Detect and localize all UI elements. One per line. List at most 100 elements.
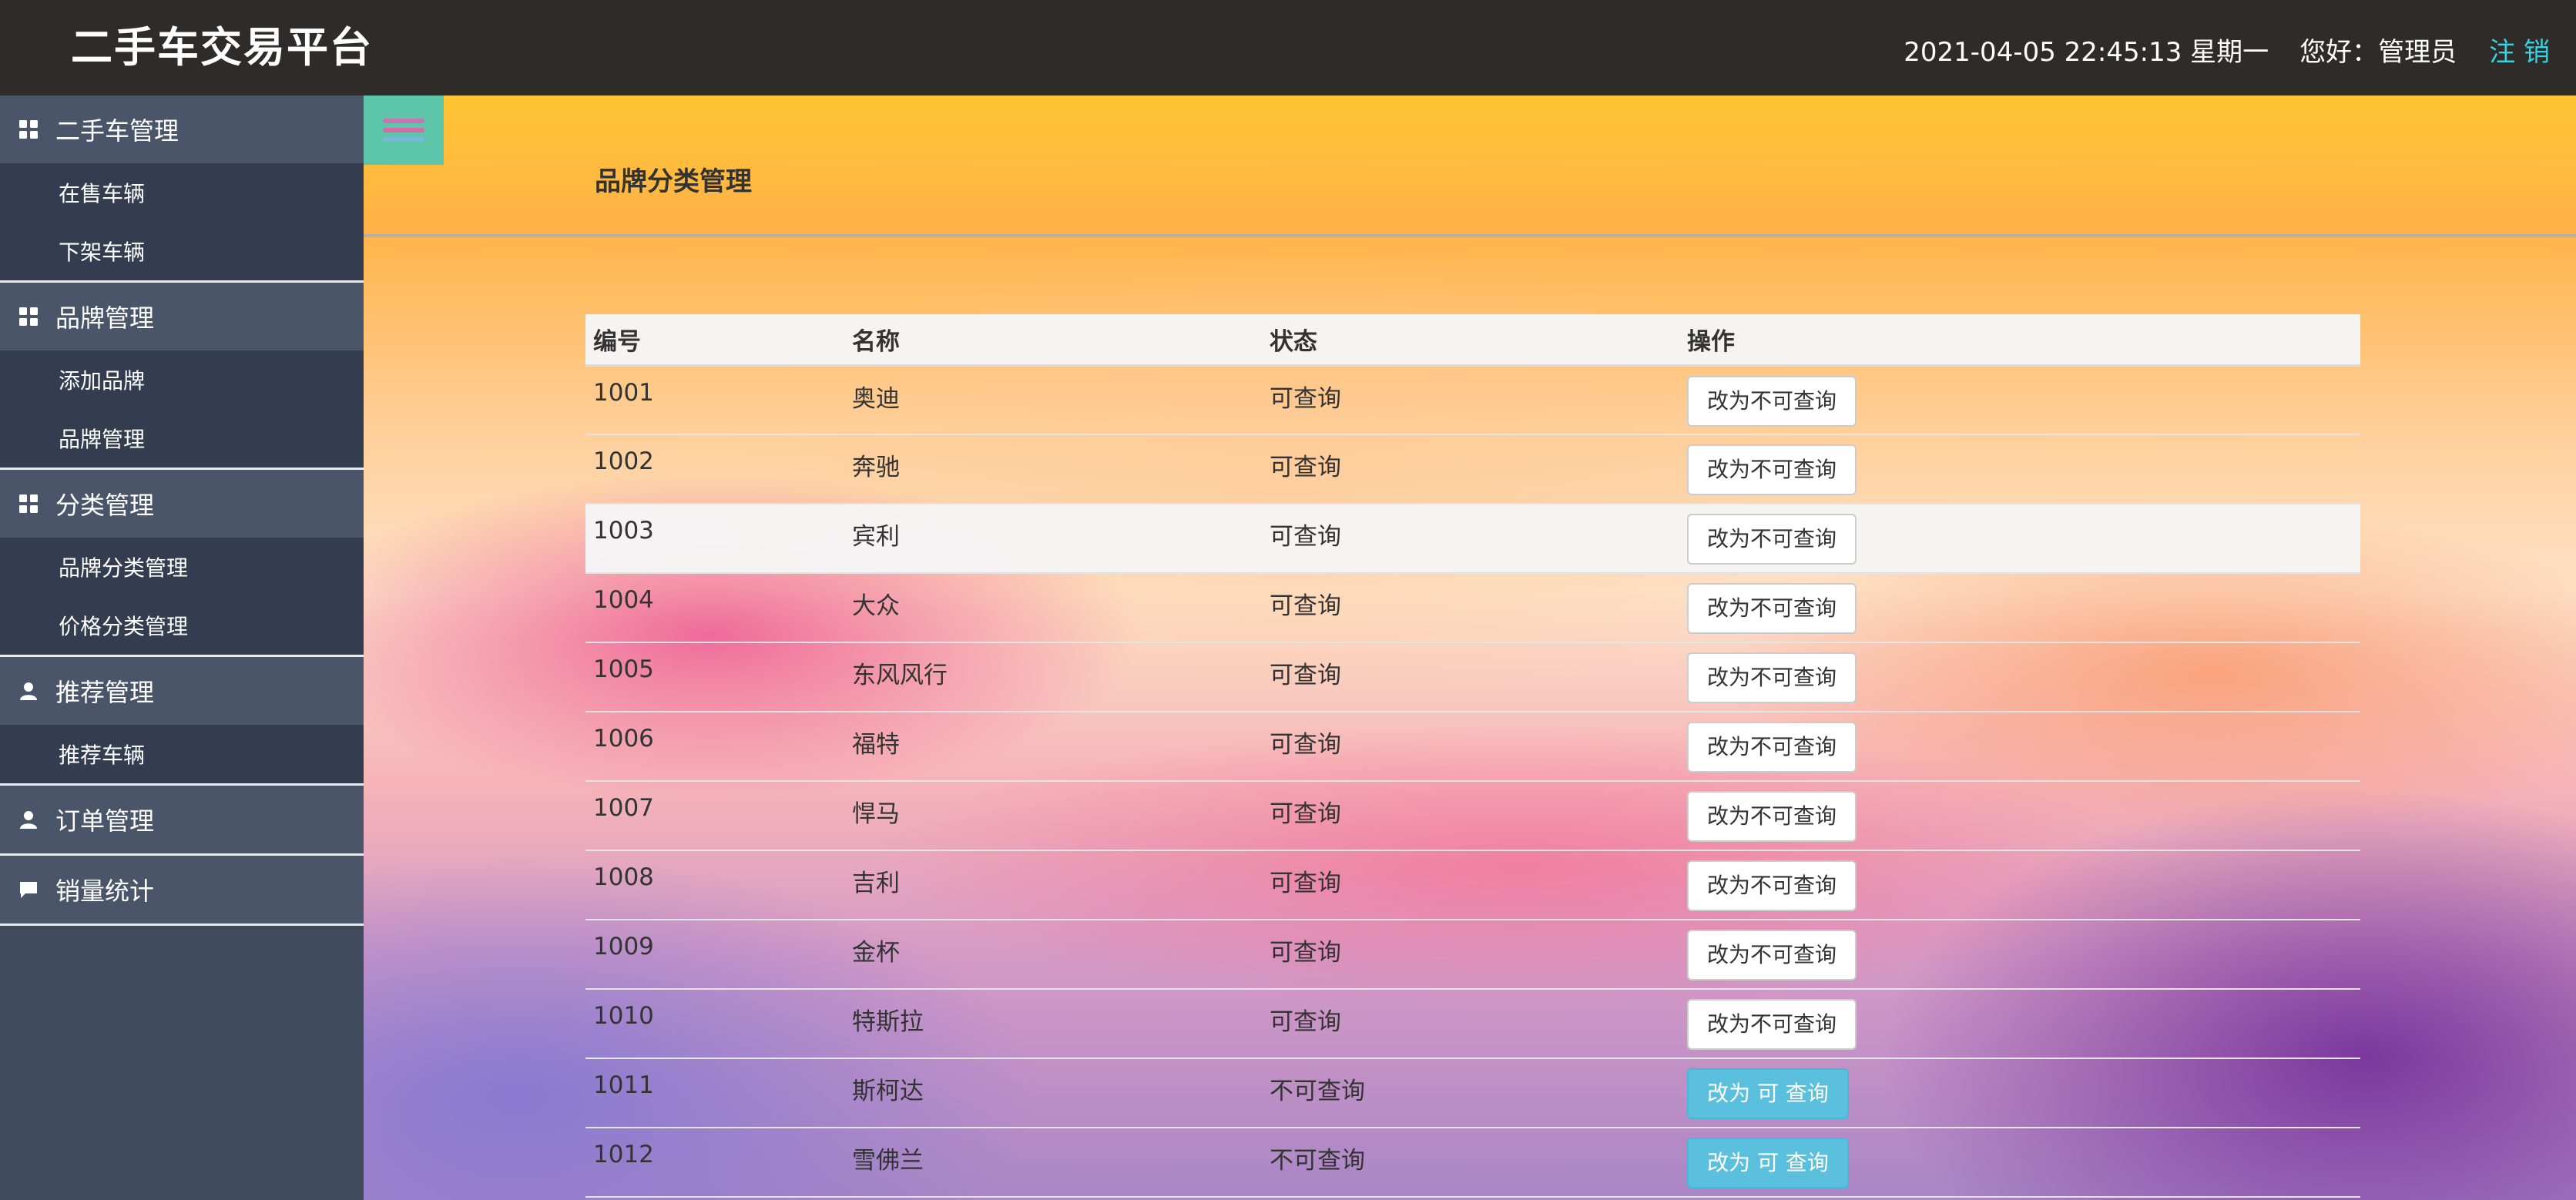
cell-status: 可查询 xyxy=(1262,712,1679,782)
header-right: 2021-04-05 22:45:13 星期一 您好：管理员 注 销 xyxy=(1903,31,2550,68)
table-row: 1002 奔驰 可查询 改为不可查询 xyxy=(585,434,2360,504)
cell-status: 可查询 xyxy=(1262,850,1679,920)
set-unqueryable-button[interactable]: 改为不可查询 xyxy=(1687,860,1857,911)
divider xyxy=(364,234,2576,237)
table-row: 1008 吉利 可查询 改为不可查询 xyxy=(585,850,2360,920)
table-row: 1010 特斯拉 可查询 改为不可查询 xyxy=(585,989,2360,1059)
table-header-row: 编号 名称 状态 操作 xyxy=(585,314,2360,367)
cell-name: 奥迪 xyxy=(844,365,1262,435)
cell-name: 金杯 xyxy=(844,920,1262,990)
sidebar-item[interactable]: 品牌管理 xyxy=(0,409,364,468)
grid-icon xyxy=(17,492,40,515)
set-queryable-button[interactable]: 改为 可 查询 xyxy=(1687,1138,1849,1188)
sidebar-item[interactable]: 品牌分类管理 xyxy=(0,538,364,596)
cell-action: 改为 可 查询 xyxy=(1679,1128,2360,1198)
sidebar-group-label: 推荐管理 xyxy=(55,678,155,707)
column-header-id: 编号 xyxy=(585,314,844,367)
cell-name: 吉利 xyxy=(844,850,1262,920)
set-queryable-button[interactable]: 改为 可 查询 xyxy=(1687,1068,1849,1119)
cell-name: 奔驰 xyxy=(844,434,1262,504)
set-unqueryable-button[interactable]: 改为不可查询 xyxy=(1687,375,1857,427)
sidebar-group-3[interactable]: 推荐管理 xyxy=(0,657,364,725)
sidebar-item[interactable]: 下架车辆 xyxy=(0,222,364,280)
cell-id: 1001 xyxy=(585,365,844,435)
main-content: 品牌分类管理 编号 名称 状态 操作 1001 奥迪 可查询 改为不可查询 1002 奔驰… xyxy=(364,96,2576,1200)
sidebar-group-5[interactable]: 销量统计 xyxy=(0,856,364,923)
sidebar-sublist: 推荐车辆 xyxy=(0,725,364,783)
set-unqueryable-button[interactable]: 改为不可查询 xyxy=(1687,791,1857,842)
cell-action: 改为不可查询 xyxy=(1679,573,2360,643)
sidebar-sublist: 在售车辆 下架车辆 xyxy=(0,163,364,280)
sidebar-sublist: 品牌分类管理 价格分类管理 xyxy=(0,538,364,655)
cell-name: 福特 xyxy=(844,712,1262,782)
cell-id: 1006 xyxy=(585,712,844,782)
cell-action: 改为 可 查询 xyxy=(1679,1058,2360,1128)
cell-action: 改为不可查询 xyxy=(1679,365,2360,435)
sidebar-group-label: 二手车管理 xyxy=(55,116,179,146)
table-row: 1006 福特 可查询 改为不可查询 xyxy=(585,712,2360,782)
cell-action: 改为不可查询 xyxy=(1679,850,2360,920)
cell-id: 1011 xyxy=(585,1058,844,1128)
cell-id: 1005 xyxy=(585,642,844,712)
cell-status: 可查询 xyxy=(1262,989,1679,1059)
sidebar-group-0[interactable]: 二手车管理 xyxy=(0,96,364,163)
app-title: 二手车交易平台 xyxy=(71,23,373,72)
set-unqueryable-button[interactable]: 改为不可查询 xyxy=(1687,722,1857,773)
sidebar-group-1[interactable]: 品牌管理 xyxy=(0,283,364,350)
cell-status: 可查询 xyxy=(1262,434,1679,504)
cell-name: 东风风行 xyxy=(844,642,1262,712)
cell-id: 1004 xyxy=(585,573,844,643)
cell-action: 改为不可查询 xyxy=(1679,504,2360,574)
column-header-status: 状态 xyxy=(1262,314,1679,367)
brand-table: 编号 名称 状态 操作 1001 奥迪 可查询 改为不可查询 1002 奔驰 可查询 改为不可… xyxy=(585,314,2360,1198)
cell-action: 改为不可查询 xyxy=(1679,989,2360,1059)
sidebar-item[interactable]: 在售车辆 xyxy=(0,163,364,222)
cell-name: 悍马 xyxy=(844,781,1262,851)
cell-name: 斯柯达 xyxy=(844,1058,1262,1128)
hamburger-icon xyxy=(383,119,424,123)
cell-status: 可查询 xyxy=(1262,781,1679,851)
set-unqueryable-button[interactable]: 改为不可查询 xyxy=(1687,444,1857,495)
table-row: 1012 雪佛兰 不可查询 改为 可 查询 xyxy=(585,1128,2360,1198)
sidebar-item[interactable]: 添加品牌 xyxy=(0,350,364,409)
page-title: 品牌分类管理 xyxy=(595,166,752,197)
sidebar-group-label: 品牌管理 xyxy=(55,303,155,333)
sidebar: 二手车管理 在售车辆 下架车辆 品牌管理 添加品牌 品牌管理 分类管理 品牌分类管理 价格分类管… xyxy=(0,96,364,1200)
cell-status: 可查询 xyxy=(1262,642,1679,712)
cell-name: 雪佛兰 xyxy=(844,1128,1262,1198)
cell-status: 不可查询 xyxy=(1262,1128,1679,1198)
sidebar-group-4[interactable]: 订单管理 xyxy=(0,786,364,853)
cell-name: 宾利 xyxy=(844,504,1262,574)
logout-link[interactable]: 注 销 xyxy=(2489,31,2550,69)
sidebar-divider xyxy=(0,923,364,926)
cell-id: 1002 xyxy=(585,434,844,504)
sidebar-group-label: 销量统计 xyxy=(55,877,155,906)
sidebar-sublist: 添加品牌 品牌管理 xyxy=(0,350,364,468)
column-header-action: 操作 xyxy=(1679,314,2360,367)
sidebar-item[interactable]: 价格分类管理 xyxy=(0,596,364,655)
sidebar-group-2[interactable]: 分类管理 xyxy=(0,470,364,538)
sidebar-item[interactable]: 推荐车辆 xyxy=(0,725,364,783)
greeting-text: 您好：管理员 xyxy=(2299,36,2457,68)
sidebar-group-label: 分类管理 xyxy=(55,491,155,520)
user-icon xyxy=(17,808,40,831)
cell-id: 1012 xyxy=(585,1128,844,1198)
comment-icon xyxy=(17,878,40,901)
set-unqueryable-button[interactable]: 改为不可查询 xyxy=(1687,514,1857,565)
cell-id: 1009 xyxy=(585,920,844,990)
table-row: 1001 奥迪 可查询 改为不可查询 xyxy=(585,365,2360,435)
set-unqueryable-button[interactable]: 改为不可查询 xyxy=(1687,583,1857,634)
table-row: 1007 悍马 可查询 改为不可查询 xyxy=(585,781,2360,851)
user-icon xyxy=(17,679,40,702)
set-unqueryable-button[interactable]: 改为不可查询 xyxy=(1687,999,1857,1050)
cell-action: 改为不可查询 xyxy=(1679,642,2360,712)
set-unqueryable-button[interactable]: 改为不可查询 xyxy=(1687,652,1857,703)
grid-icon xyxy=(17,305,40,328)
menu-toggle-button[interactable] xyxy=(364,96,444,165)
sidebar-group-label: 订单管理 xyxy=(55,806,155,836)
set-unqueryable-button[interactable]: 改为不可查询 xyxy=(1687,930,1857,980)
cell-name: 大众 xyxy=(844,573,1262,643)
column-header-name: 名称 xyxy=(844,314,1262,367)
cell-action: 改为不可查询 xyxy=(1679,920,2360,990)
cell-id: 1003 xyxy=(585,504,844,574)
